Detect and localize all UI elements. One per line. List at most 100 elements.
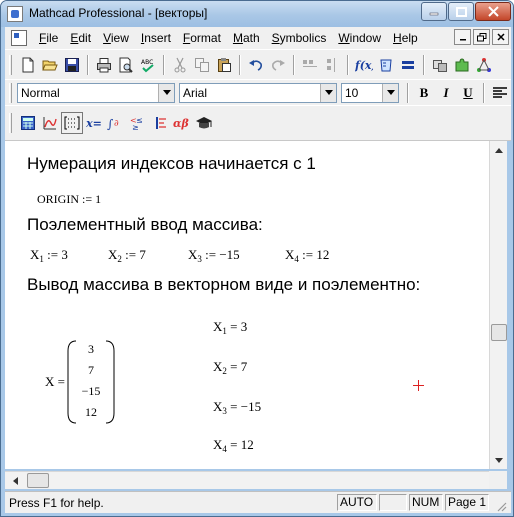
mathcad-app-icon[interactable]: [7, 6, 23, 22]
calculate-button[interactable]: [397, 54, 419, 76]
insert-component-button[interactable]: [429, 54, 451, 76]
assign-operator: :=: [121, 247, 140, 262]
result-x4[interactable]: X4 = 12: [213, 437, 254, 454]
bold-button[interactable]: B: [413, 82, 435, 104]
num-lock-indicator: NUM: [409, 494, 443, 511]
greek-palette-button[interactable]: αβ: [171, 112, 193, 134]
copy-button[interactable]: [191, 54, 213, 76]
result-x2[interactable]: X2 = 7: [213, 359, 247, 376]
doc-restore-button[interactable]: [473, 29, 490, 45]
menu-math[interactable]: Math: [227, 28, 266, 48]
programming-palette-button[interactable]: [149, 112, 171, 134]
origin-assignment[interactable]: ORIGIN := 1: [37, 192, 101, 207]
assigned-value: 12: [316, 247, 330, 262]
assignment-x4[interactable]: X4 := 12: [285, 247, 329, 264]
title-bar[interactable]: Mathcad Professional - [векторы]: [1, 1, 513, 27]
new-button[interactable]: [17, 54, 39, 76]
result-x1[interactable]: X1 = 3: [213, 319, 247, 336]
resize-grip-icon[interactable]: [495, 500, 507, 512]
assignment-x3[interactable]: X3 := −15: [188, 247, 240, 264]
menu-insert[interactable]: Insert: [135, 28, 177, 48]
menu-file[interactable]: File: [33, 28, 64, 48]
assign-operator: :=: [43, 247, 62, 262]
redo-button[interactable]: [267, 54, 289, 76]
vector-label[interactable]: X =: [45, 374, 65, 390]
insert-function-button[interactable]: f(x): [353, 54, 375, 76]
chevron-down-icon[interactable]: [158, 83, 174, 102]
italic-button[interactable]: I: [435, 82, 457, 104]
underline-button[interactable]: U: [457, 82, 479, 104]
math-toolbar: x= ∫ ∂ < ≤ ≥ αβ: [5, 105, 511, 141]
spell-check-button[interactable]: ABC: [137, 54, 159, 76]
result-value: 3: [240, 319, 248, 334]
menu-view[interactable]: View: [97, 28, 135, 48]
formatting-toolbar: Normal Arial 10 B I U: [5, 79, 511, 105]
assign-operator: :=: [298, 247, 317, 262]
style-select[interactable]: Normal: [17, 82, 175, 103]
menu-format[interactable]: Format: [177, 28, 227, 48]
evaluation-palette-button[interactable]: x=: [83, 112, 105, 134]
insert-unit-button[interactable]: [375, 54, 397, 76]
paste-button[interactable]: [213, 54, 235, 76]
worksheet[interactable]: Нумерация индексов начинается с 1 ORIGIN…: [5, 141, 489, 469]
align-left-button[interactable]: [489, 82, 511, 104]
print-preview-button[interactable]: [115, 54, 137, 76]
menu-help[interactable]: Help: [387, 28, 424, 48]
scroll-left-arrow-icon[interactable]: [7, 473, 23, 489]
font-select[interactable]: Arial: [179, 82, 337, 103]
mathsoft-web-button[interactable]: [473, 54, 495, 76]
assignment-x1[interactable]: X1 := 3: [30, 247, 68, 264]
align-down-button[interactable]: [321, 54, 343, 76]
horizontal-scrollbar[interactable]: [5, 471, 489, 489]
toolbar-grip[interactable]: [9, 54, 12, 75]
print-button[interactable]: [93, 54, 115, 76]
open-button[interactable]: [39, 54, 61, 76]
toolbar-separator: [483, 82, 485, 103]
assignment-x2[interactable]: X2 := 7: [108, 247, 146, 264]
menu-symbolics[interactable]: Symbolics: [266, 28, 333, 48]
vertical-scroll-thumb[interactable]: [491, 324, 507, 341]
boolean-palette-button[interactable]: < ≤ ≥: [127, 112, 149, 134]
symbolic-palette-button[interactable]: [193, 112, 215, 134]
toolbar-grip[interactable]: [9, 113, 12, 133]
chevron-down-icon[interactable]: [320, 83, 336, 102]
toolbar-separator: [423, 54, 425, 75]
resource-center-button[interactable]: [451, 54, 473, 76]
matrix-palette-button[interactable]: [61, 112, 83, 134]
doc-close-button[interactable]: [492, 29, 509, 45]
font-size-select[interactable]: 10: [341, 82, 399, 103]
calculus-palette-button[interactable]: ∫ ∂: [105, 112, 127, 134]
heading-vector-output: Вывод массива в векторном виде и поэлеме…: [27, 275, 421, 294]
scroll-up-arrow-icon[interactable]: [491, 142, 507, 158]
app-window: Mathcad Professional - [векторы] File Ed…: [0, 0, 514, 517]
vector-matrix[interactable]: 3 7 −15 12: [67, 339, 115, 425]
menu-window[interactable]: Window: [332, 28, 387, 48]
calculator-palette-button[interactable]: [17, 112, 39, 134]
calculus-icon: ∫ ∂: [107, 117, 119, 131]
cut-button[interactable]: [169, 54, 191, 76]
undo-button[interactable]: [245, 54, 267, 76]
function-fx-icon: f(x): [355, 59, 373, 72]
vertical-scrollbar[interactable]: [489, 141, 507, 469]
close-button[interactable]: [475, 2, 511, 21]
svg-text:f(x): f(x): [355, 59, 373, 72]
maximize-button[interactable]: [448, 2, 474, 21]
save-button[interactable]: [61, 54, 83, 76]
window-title: Mathcad Professional - [векторы]: [29, 6, 208, 20]
horizontal-scroll-thumb[interactable]: [27, 473, 49, 488]
svg-text:≥: ≥: [132, 123, 139, 131]
toolbar-grip[interactable]: [9, 82, 12, 103]
network-icon: [477, 57, 491, 72]
result-x3[interactable]: X3 = −15: [213, 399, 261, 416]
minimize-button[interactable]: [421, 2, 447, 21]
align-across-button[interactable]: [299, 54, 321, 76]
menu-edit[interactable]: Edit: [64, 28, 97, 48]
align-down-icon: [327, 57, 335, 72]
toolbar-separator: [407, 82, 409, 103]
graph-palette-button[interactable]: [39, 112, 61, 134]
chevron-down-icon[interactable]: [382, 83, 398, 102]
document-icon[interactable]: [11, 30, 27, 46]
font-select-value: Arial: [183, 85, 208, 100]
scroll-down-arrow-icon[interactable]: [491, 452, 507, 468]
doc-minimize-button[interactable]: [454, 29, 471, 45]
